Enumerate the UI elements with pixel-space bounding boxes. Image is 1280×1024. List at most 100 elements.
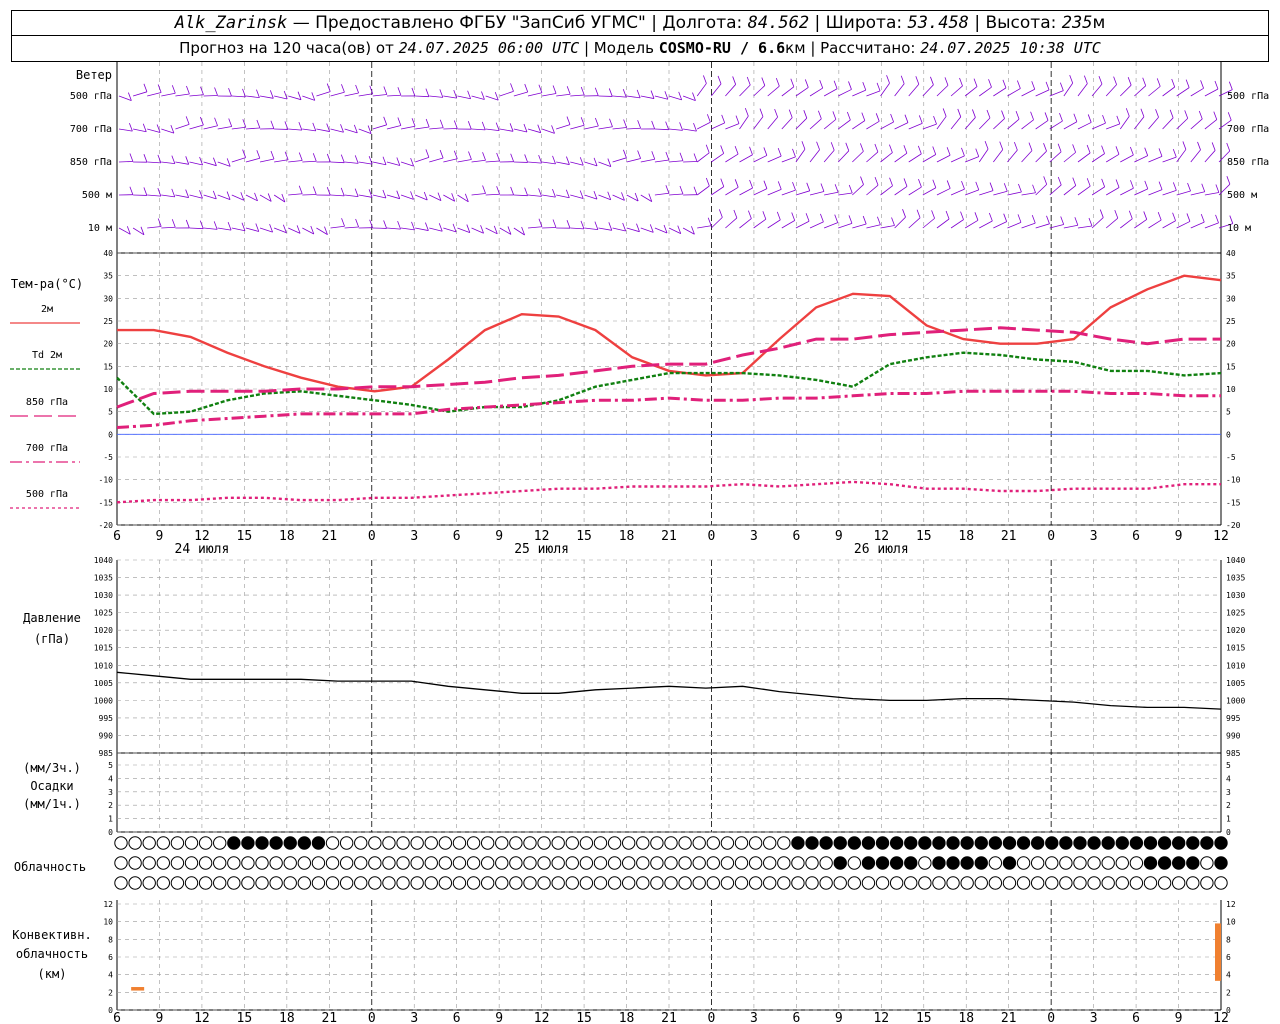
wind-barb-flag [637, 120, 642, 129]
wind-barb-shaft [330, 194, 345, 197]
wind-barb-shaft [626, 95, 641, 99]
wind-barb-flag [1200, 214, 1205, 223]
hour-tick-label-bottom: 12 [194, 1011, 210, 1024]
wind-barb-shaft [668, 193, 683, 196]
wind-barb-shaft [852, 120, 866, 130]
wind-barb-shaft [936, 85, 949, 97]
wind-barb-shaft [795, 87, 809, 97]
cloud-circle [861, 836, 876, 850]
y-tick-label: 4 [108, 774, 113, 783]
cloud-circle [480, 836, 495, 850]
cloud-circle [974, 836, 988, 850]
wind-barb-flag [510, 153, 515, 162]
wind-barb-shaft [1091, 122, 1106, 130]
wind-barb-shaft [880, 83, 890, 97]
wind-barb-shaft [400, 161, 414, 167]
y-tick-label: 1005 [94, 679, 113, 688]
wind-barb-flag [1198, 110, 1203, 120]
cloud-circle [1200, 836, 1214, 850]
wind-barb-flag [651, 120, 656, 130]
y-tick-label: 15 [103, 362, 113, 371]
wind-level-label-right: 500 м [1227, 190, 1257, 201]
wind-barb-flag [679, 122, 683, 131]
cloud-circle [1030, 836, 1045, 850]
wind-barb-shaft [1190, 221, 1205, 229]
cloud-circle [325, 876, 340, 890]
wind-barb-flag [679, 152, 684, 161]
wind-barb-flag [622, 222, 627, 232]
wind-barb-shaft [654, 192, 669, 196]
wind-barb-flag [397, 87, 402, 96]
precip-panel: 0 0 1 1 2 2 3 3 4 4 5 5 [108, 761, 1231, 837]
cloud-circle [283, 836, 297, 850]
wind-barb-shaft [711, 122, 725, 130]
wind-barb-shaft [161, 92, 176, 97]
y-tick-label-right: 6 [1226, 953, 1231, 962]
wind-barb-flag [411, 118, 416, 127]
hour-tick-label-bottom: 15 [237, 1011, 253, 1024]
wind-barb-flag [988, 212, 993, 222]
cloud-circle [960, 836, 974, 850]
wind-barb-flag [720, 145, 725, 154]
wind-barb-shaft [499, 90, 514, 97]
cloud-circle [227, 836, 241, 850]
wind-barb-shaft [457, 159, 472, 163]
wind-barb-shaft [1162, 117, 1174, 130]
wind-barb-shaft [147, 226, 162, 229]
wind-barb-shaft [880, 121, 894, 130]
wind-barb-shaft [1035, 184, 1047, 196]
wind-barb-shaft [753, 116, 764, 130]
hour-tick-label: 15 [916, 529, 932, 544]
wind-barb-flag [930, 76, 934, 85]
cloud-circle [791, 836, 805, 850]
cloud-circle [1115, 836, 1129, 850]
wind-barb-flag [213, 221, 218, 230]
wind-barb-flag [538, 188, 542, 197]
cloud-circle [184, 876, 199, 890]
y-tick-label-right: 1025 [1226, 609, 1245, 618]
wind-barb-flag [984, 140, 989, 150]
wind-barb-flag [744, 107, 749, 117]
cloud-circle [833, 876, 847, 890]
wind-barb-shaft [584, 125, 599, 130]
wind-barb-flag [820, 183, 825, 192]
wind-barb-shaft [1077, 185, 1091, 196]
wind-barb-shaft [485, 95, 499, 101]
wind-barb-flag [819, 79, 824, 89]
cloud-circle [974, 856, 988, 870]
wind-barb-flag [876, 82, 881, 91]
y-tick-label-right: -5 [1226, 453, 1236, 462]
wind-barb-shaft [443, 128, 458, 130]
wind-barb-flag [734, 145, 739, 155]
wind-barb-shaft [767, 189, 782, 196]
cloud-circle [255, 856, 269, 870]
wind-barb-flag [803, 110, 808, 119]
cloud-circle [1200, 876, 1214, 890]
cloud-circle [678, 856, 692, 870]
wind-barb-flag [932, 179, 937, 188]
cloud-circle [748, 836, 763, 850]
y-tick-label: 20 [103, 340, 113, 349]
cloud-circle [833, 836, 847, 850]
cloud-circle [339, 856, 354, 870]
wind-barb-shaft [767, 219, 781, 229]
wind-barb-flag [1059, 112, 1063, 122]
wind-barb-shaft [823, 222, 838, 229]
wind-barb-shaft [725, 84, 736, 97]
y-tick-label: 12 [103, 900, 113, 909]
wind-barb-shaft [964, 86, 978, 97]
cloud-circle [438, 856, 453, 870]
wind-barb-shaft [1204, 88, 1219, 97]
cloud-circle [170, 856, 185, 870]
cloud-circle [198, 876, 213, 890]
wind-barb-shaft [1021, 222, 1036, 229]
hour-tick-label-bottom: 12 [534, 1011, 550, 1024]
wind-barb-shaft [372, 194, 387, 199]
wind-barb-flag [1031, 214, 1036, 224]
wind-barb-flag [227, 221, 232, 231]
cloud-circle [311, 836, 326, 850]
wind-barb-flag [468, 151, 472, 160]
wind-barb-shaft [274, 159, 289, 163]
wind-barb-flag [945, 210, 950, 220]
wind-barb-flag [270, 120, 275, 129]
